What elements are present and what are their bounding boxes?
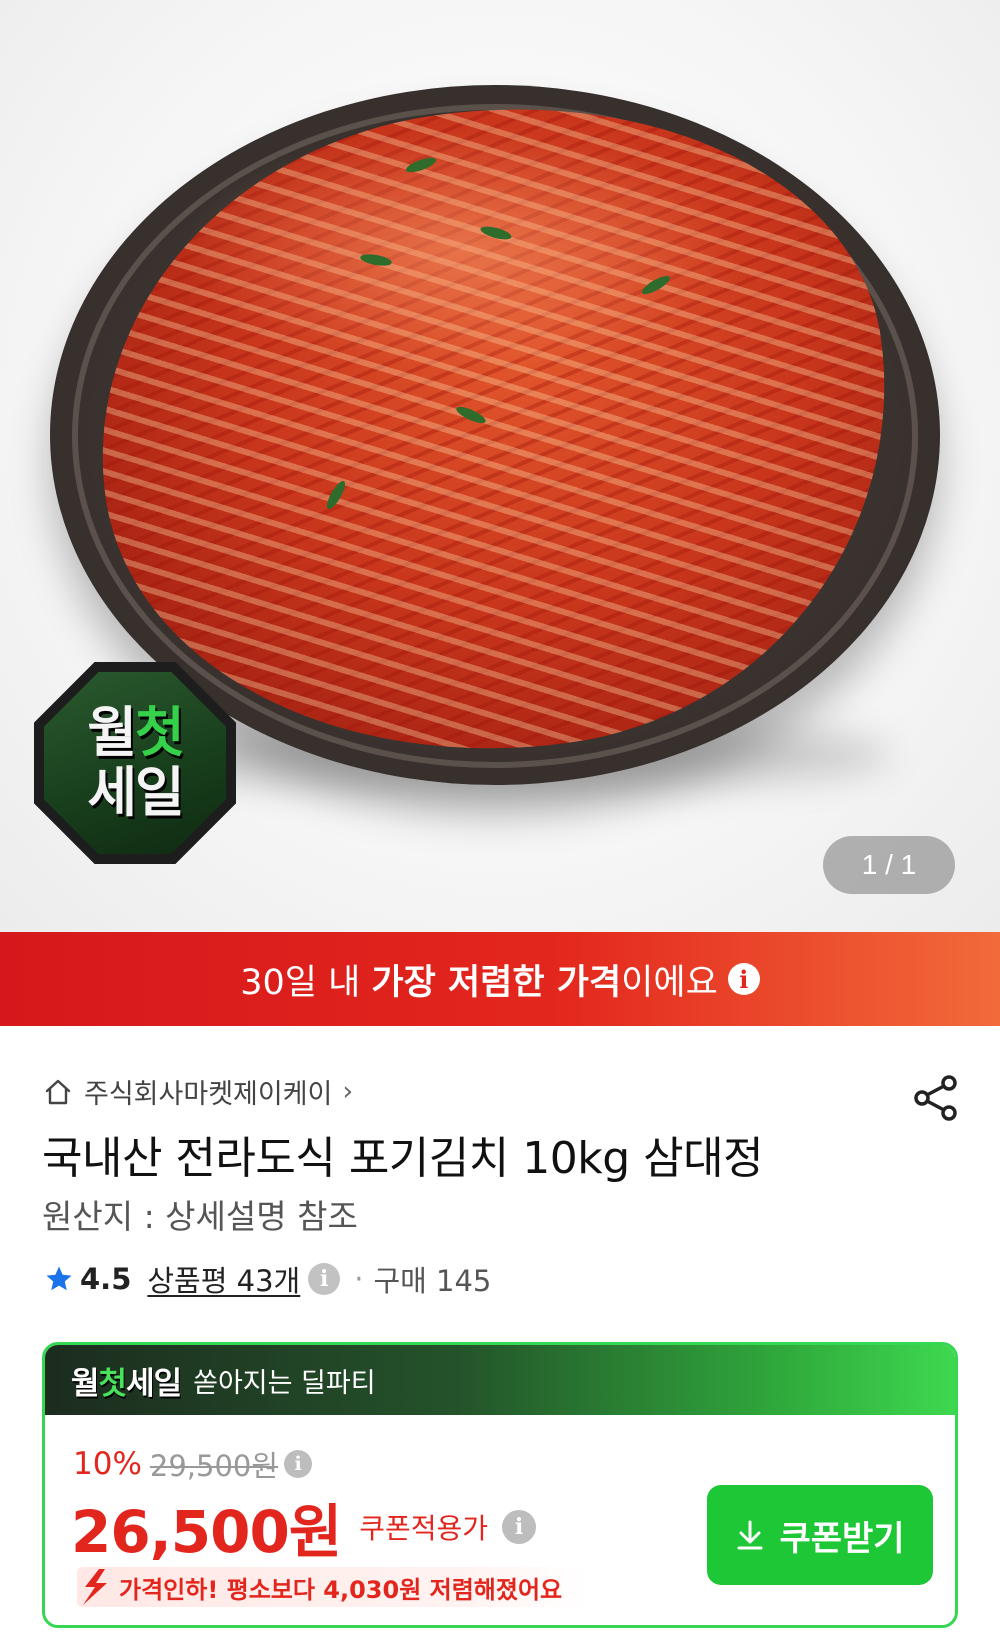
- separator-dot: ·: [354, 1262, 364, 1296]
- share-icon[interactable]: [910, 1072, 962, 1124]
- product-image[interactable]: 월첫 세일 1 / 1: [0, 0, 1000, 932]
- discount-row: 10% 29,500원 i: [73, 1443, 313, 1485]
- coupon-price-label: 쿠폰적용가: [359, 1512, 488, 1545]
- rating-score: 4.5: [80, 1262, 132, 1296]
- monthly-first-sale-logo: 월첫세일: [71, 1365, 182, 1402]
- star-icon: [46, 1266, 72, 1291]
- deal-header: 월첫세일 쏟아지는 딜파티: [45, 1345, 955, 1415]
- banner-prefix: 30일 내: [240, 962, 372, 1003]
- rating-row: 4.5 상품평 43개 i · 구매 145: [44, 1258, 491, 1300]
- product-title: 국내산 전라도식 포기김치 10kg 삼대정: [42, 1133, 764, 1184]
- sale-price: 26,500원: [71, 1498, 342, 1566]
- purchase-count: 구매 145: [373, 1264, 492, 1298]
- original-price: 29,500원: [149, 1449, 279, 1483]
- price-drop-text: 가격인하! 평소보다 4,030원 저렴해졌어요: [119, 1575, 563, 1604]
- kimchi-highlight: [180, 130, 740, 370]
- info-icon[interactable]: i: [308, 1263, 341, 1295]
- deal-box: 월첫세일 쏟아지는 딜파티 10% 29,500원 i 26,500원 쿠폰적용…: [42, 1342, 958, 1628]
- monthly-first-sale-badge: 월첫 세일: [34, 662, 236, 864]
- lowest-price-banner[interactable]: 30일 내 가장 저렴한 가격 이에요 i: [0, 932, 1000, 1026]
- home-icon: [45, 1079, 71, 1104]
- image-pager: 1 / 1: [823, 836, 955, 894]
- banner-suffix: 이에요: [621, 962, 718, 1003]
- chevron-right-icon: ›: [342, 1076, 354, 1107]
- info-icon[interactable]: i: [502, 1510, 536, 1544]
- info-icon[interactable]: i: [727, 963, 760, 995]
- origin-info: 원산지 : 상세설명 참조: [42, 1197, 358, 1236]
- price-row: 26,500원 쿠폰적용가 i: [71, 1485, 536, 1569]
- seller-link[interactable]: 주식회사마켓제이케이 ›: [44, 1072, 353, 1111]
- price-drop-arrow-icon: [83, 1569, 107, 1605]
- deal-subtitle: 쏟아지는 딜파티: [193, 1367, 376, 1399]
- download-icon: [737, 1520, 763, 1550]
- review-count-link[interactable]: 상품평 43개: [147, 1258, 300, 1300]
- discount-percent: 10%: [73, 1446, 142, 1482]
- get-coupon-button[interactable]: 쿠폰받기: [707, 1485, 933, 1585]
- get-coupon-label: 쿠폰받기: [779, 1518, 905, 1559]
- info-icon[interactable]: i: [284, 1450, 313, 1478]
- price-drop-notice: 가격인하! 평소보다 4,030원 저렴해졌어요: [77, 1567, 587, 1607]
- seller-name: 주식회사마켓제이케이: [84, 1079, 333, 1110]
- banner-highlight: 가장 저렴한 가격: [371, 962, 622, 1003]
